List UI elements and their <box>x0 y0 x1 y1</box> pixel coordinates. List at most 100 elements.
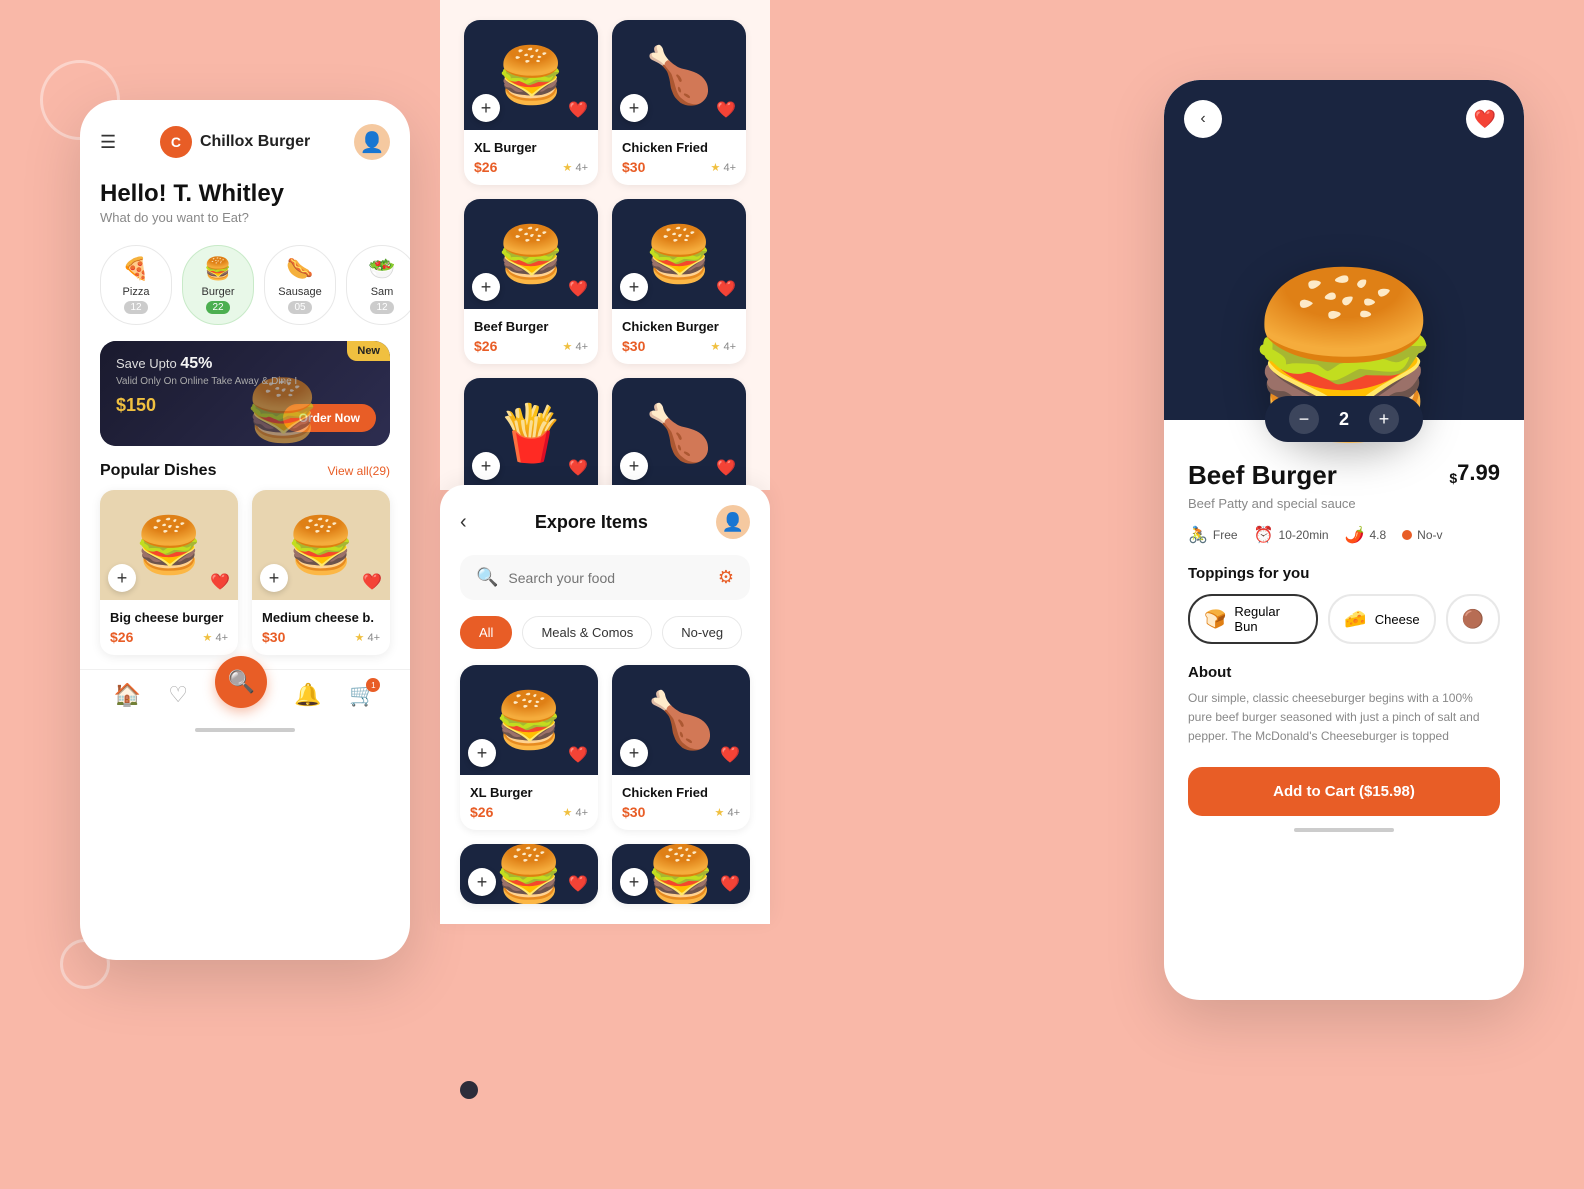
food-card-image: 🍟 + ❤️ <box>464 378 598 488</box>
quantity-increase-button[interactable]: + <box>1369 404 1399 434</box>
home-nav-icon[interactable]: 🏠 <box>114 682 141 708</box>
add-button[interactable]: + <box>472 94 500 122</box>
food-card-image: 🍗 + ❤️ <box>612 20 746 130</box>
explore-food-card-3: 🍔 + ❤️ <box>460 844 598 904</box>
search-input[interactable] <box>508 570 707 586</box>
heart-icon[interactable]: ❤️ <box>568 100 588 120</box>
add-to-cart-button[interactable]: + <box>260 564 288 592</box>
filter-all[interactable]: All <box>460 616 512 649</box>
brand-logo-group: C Chillox Burger <box>160 126 310 158</box>
food-price: $30 <box>622 338 645 354</box>
add-button[interactable]: + <box>468 739 496 767</box>
dish-card-1: 🍔 + ❤️ Big cheese burger $26 ★ 4+ <box>100 490 238 655</box>
food-card-image: 🍔 + ❤️ <box>464 20 598 130</box>
back-button[interactable]: ‹ <box>1184 100 1222 138</box>
promo-save: Save Upto 45% <box>116 355 297 373</box>
food-name: Chicken Burger <box>622 319 736 334</box>
add-button[interactable]: + <box>620 739 648 767</box>
category-label: Pizza <box>123 286 150 298</box>
search-nav-button[interactable]: 🔍 <box>215 656 267 708</box>
food-card-image: 🍗 + ❤️ <box>612 665 750 775</box>
food-price: $26 <box>470 804 493 820</box>
cart-badge: 1 <box>366 678 380 692</box>
food-rating: ★ 4+ <box>563 161 588 174</box>
heart-icon[interactable]: ❤️ <box>716 100 736 120</box>
heart-icon[interactable]: ❤️ <box>720 874 740 894</box>
heart-icon[interactable]: ❤️ <box>568 874 588 894</box>
meta-rating: 🌶️ 4.8 <box>1345 525 1387 545</box>
food-name: XL Burger <box>474 140 588 155</box>
meta-type: No-v <box>1402 525 1442 545</box>
food-name: Chicken Fried <box>622 140 736 155</box>
food-card-image-partial: 🍔 + ❤️ <box>612 844 750 904</box>
clock-icon: ⏰ <box>1254 525 1274 545</box>
filter-buttons: All Meals & Comos No-veg <box>460 616 750 649</box>
food-price: $30 <box>622 804 645 820</box>
explore-food-card-xl: 🍔 + ❤️ XL Burger $26 ★ 4+ <box>460 665 598 830</box>
heart-icon[interactable]: ❤️ <box>568 458 588 478</box>
add-button[interactable]: + <box>468 868 496 896</box>
category-pizza[interactable]: 🍕 Pizza 12 <box>100 245 172 325</box>
dish-image: 🍔 + ❤️ <box>100 490 238 600</box>
topping-extra[interactable]: 🟤 <box>1446 594 1500 644</box>
add-to-cart-button[interactable]: + <box>108 564 136 592</box>
about-text: Our simple, classic cheeseburger begins … <box>1188 689 1500 747</box>
view-all-link[interactable]: View all(29) <box>328 464 390 478</box>
menu-icon[interactable]: ☰ <box>100 132 116 153</box>
promo-price: $150 <box>116 395 297 416</box>
food-price: $26 <box>474 338 497 354</box>
back-button[interactable]: ‹ <box>460 511 467 534</box>
cart-nav-icon[interactable]: 🛒 1 <box>349 682 376 708</box>
food-rating: ★ 4+ <box>715 806 740 819</box>
meta-time-text: 10-20min <box>1279 528 1329 542</box>
meta-rating-text: 4.8 <box>1369 528 1386 542</box>
add-button[interactable]: + <box>620 94 648 122</box>
add-to-cart-button[interactable]: Add to Cart ($15.98) <box>1188 767 1500 816</box>
add-button[interactable]: + <box>620 273 648 301</box>
toppings-section-title: Toppings for you <box>1188 565 1500 582</box>
home-indicator <box>195 728 295 732</box>
food-rating: ★ 4+ <box>563 806 588 819</box>
category-burger[interactable]: 🍔 Burger 22 <box>182 245 254 325</box>
chili-icon: 🌶️ <box>1345 525 1365 545</box>
user-avatar[interactable]: 👤 <box>354 124 390 160</box>
topping-regular-bun[interactable]: 🍞 Regular Bun <box>1188 594 1318 644</box>
product-name: Beef Burger <box>1188 460 1337 491</box>
category-sam[interactable]: 🥗 Sam 12 <box>346 245 410 325</box>
notifications-nav-icon[interactable]: 🔔 <box>294 682 321 708</box>
favorite-icon[interactable]: ❤️ <box>210 572 230 592</box>
category-sausage[interactable]: 🌭 Sausage 05 <box>264 245 336 325</box>
filter-noveg[interactable]: No-veg <box>662 616 742 649</box>
toppings-list: 🍞 Regular Bun 🧀 Cheese 🟤 <box>1188 594 1500 644</box>
add-button[interactable]: + <box>472 452 500 480</box>
favorites-nav-icon[interactable]: ♡ <box>168 682 188 708</box>
greeting-subtitle: What do you want to Eat? <box>100 210 390 225</box>
explore-food-card-4: 🍔 + ❤️ <box>612 844 750 904</box>
category-count: 05 <box>288 301 311 314</box>
meta-delivery-text: Free <box>1213 528 1238 542</box>
add-button[interactable]: + <box>472 273 500 301</box>
user-avatar[interactable]: 👤 <box>716 505 750 539</box>
add-button[interactable]: + <box>620 452 648 480</box>
filter-icon[interactable]: ⚙ <box>718 567 734 588</box>
sausage-icon: 🌭 <box>286 256 313 282</box>
quantity-decrease-button[interactable]: − <box>1289 404 1319 434</box>
heart-icon[interactable]: ❤️ <box>568 745 588 765</box>
filter-meals[interactable]: Meals & Comos <box>522 616 652 649</box>
favorite-button[interactable]: ❤️ <box>1466 100 1504 138</box>
product-title-row: Beef Burger $7.99 <box>1188 460 1500 492</box>
topping-cheese[interactable]: 🧀 Cheese <box>1328 594 1435 644</box>
explore-food-card-chicken: 🍗 + ❤️ Chicken Fried $30 ★ 4+ <box>612 665 750 830</box>
phone-detail-screen: ‹ ❤️ 🍔 − 2 + Beef Burger $7.99 Beef Patt… <box>1164 80 1524 1000</box>
add-button[interactable]: + <box>620 868 648 896</box>
favorite-icon[interactable]: ❤️ <box>362 572 382 592</box>
product-detail-body: Beef Burger $7.99 Beef Patty and special… <box>1164 420 1524 852</box>
heart-icon[interactable]: ❤️ <box>716 458 736 478</box>
explore-items-panel: ‹ Expore Items 👤 🔍 ⚙ All Meals & Comos N… <box>440 485 770 924</box>
heart-icon[interactable]: ❤️ <box>716 279 736 299</box>
food-card-image-partial: 🍔 + ❤️ <box>460 844 598 904</box>
heart-icon[interactable]: ❤️ <box>568 279 588 299</box>
meta-delivery: 🚴 Free <box>1188 525 1238 545</box>
heart-icon[interactable]: ❤️ <box>720 745 740 765</box>
bun-icon: 🍞 <box>1204 609 1226 630</box>
